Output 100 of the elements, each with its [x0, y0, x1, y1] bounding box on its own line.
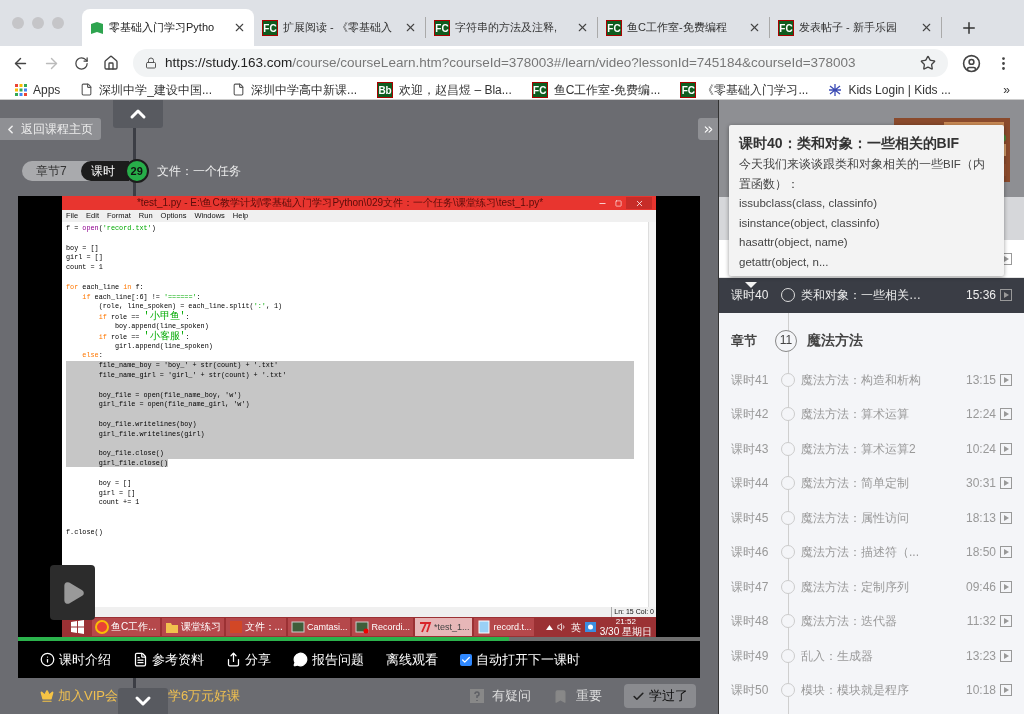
play-video-icon[interactable]	[1000, 511, 1012, 524]
taskbar-item[interactable]: 课堂练习	[161, 618, 224, 636]
screen-icon	[355, 620, 370, 634]
player-control[interactable]: 参考资料	[133, 649, 204, 670]
play-video-icon[interactable]	[1000, 615, 1012, 628]
close-icon[interactable]	[920, 21, 933, 34]
lock-icon	[145, 57, 157, 69]
play-button[interactable]	[50, 565, 95, 620]
tray-clock[interactable]: 21:52 3/30 星期日	[599, 617, 652, 637]
player-control[interactable]: 课时介绍	[40, 649, 111, 670]
bookmark-item[interactable]: Bb 欢迎，赵昌煜 – Bla...	[377, 80, 512, 99]
lesson-row[interactable]: 课时40 类和对象：一些相关… 15:36	[719, 278, 1024, 313]
chapter-label: 章节	[731, 331, 758, 350]
bookmark-item[interactable]: 深圳中学_建设中国...	[80, 80, 213, 99]
player-control[interactable]: 离线观看	[386, 649, 438, 670]
player-control[interactable]: 报告问题	[293, 649, 364, 670]
mark-learned-button[interactable]: 学过了	[624, 684, 696, 708]
favicon-icon: FC	[434, 19, 450, 36]
favicon-icon: FC	[262, 19, 278, 36]
browser-tab[interactable]: FC 鱼C工作室-免费编程	[598, 17, 770, 38]
lesson-action[interactable]: 有疑问	[470, 686, 531, 706]
scroll-up-button[interactable]	[113, 100, 163, 128]
browser-tab[interactable]: FC 扩展阅读 - 《零基础入	[254, 17, 426, 38]
tooltip-text: issubclass(class, classinfo)	[739, 196, 879, 211]
editor-scrollbar[interactable]	[648, 222, 656, 607]
chapter-title: 魔法方法	[807, 331, 863, 350]
document-icon	[133, 652, 148, 667]
scroll-down-button[interactable]	[117, 688, 168, 714]
play-video-icon[interactable]	[1000, 289, 1012, 302]
url-text: https://study.163.com/course/courseLearn.htm?courseId=378003#/learn/video?lessonId=745184&courseId=378003	[165, 53, 857, 72]
close-icon	[634, 198, 644, 208]
play-video-icon[interactable]	[1000, 684, 1012, 697]
page-icon	[232, 83, 246, 96]
collapse-sidebar-button[interactable]	[698, 118, 718, 140]
info-icon	[40, 652, 55, 667]
lesson-action[interactable]: 重要	[553, 686, 602, 706]
tab-title: 字符串的方法及注释,	[455, 20, 559, 36]
close-icon[interactable]	[748, 21, 761, 34]
close-icon[interactable]	[576, 21, 589, 34]
play-video-icon[interactable]	[1000, 442, 1012, 455]
lesson-title: 文件：一个任务	[156, 163, 241, 180]
input-language[interactable]: 英	[570, 619, 581, 635]
browser-tab[interactable]: FC 字符串的方法及注释,	[426, 17, 598, 38]
lesson-number-badge: 29	[124, 159, 149, 183]
play-video-icon[interactable]	[1000, 580, 1012, 593]
browser-tab[interactable]: FC 发表帖子 - 新手乐园	[770, 17, 942, 38]
video-player[interactable]	[18, 196, 700, 678]
taskbar-item[interactable]: Recordi...	[352, 618, 413, 636]
close-icon[interactable]	[404, 21, 417, 34]
home-icon[interactable]	[103, 55, 119, 71]
favicon-icon: FC	[778, 19, 794, 36]
favicon-icon: Bb	[377, 81, 394, 98]
chat-bubble-icon	[293, 652, 308, 667]
speaker-icon[interactable]	[556, 622, 567, 632]
taskbar-item[interactable]: Camtasi...	[287, 618, 351, 636]
play-video-icon[interactable]	[1000, 408, 1012, 421]
editor-window-title: *test_1.py - E:\鱼C教学计划\零基础入门学习Python\029文件：一个任务\课堂练习\test_1.py*	[135, 196, 545, 210]
tray-arrow-icon[interactable]	[545, 624, 553, 630]
address-bar[interactable]: https://study.163.com/course/courseLearn.htm?courseId=378003#/learn/video?lessonId=745184&courseId=378003	[133, 49, 948, 77]
checkbox[interactable]	[460, 653, 472, 666]
reload-icon[interactable]	[74, 55, 89, 71]
bookmark-star-icon[interactable]	[920, 55, 936, 71]
tooltip-text: hasattr(object, name)	[739, 235, 849, 250]
bookmark-icon	[553, 688, 568, 704]
play-video-icon[interactable]	[1000, 373, 1012, 386]
taskbar-item[interactable]: 文件：...	[225, 618, 286, 636]
python-icon	[417, 620, 432, 634]
chapter-label: 章节7	[35, 163, 68, 180]
tooltip-pointer	[745, 282, 757, 288]
more-bookmarks-button[interactable]: »	[1003, 80, 1010, 99]
bookmark-item[interactable]: Apps	[15, 80, 61, 99]
profile-icon[interactable]	[962, 53, 981, 73]
taskbar-item[interactable]: 鱼C工作...	[92, 618, 160, 636]
bookmark-item[interactable]: Kids Login | Kids ...	[828, 80, 951, 99]
player-control[interactable]: 分享	[226, 649, 271, 670]
taskbar-item[interactable]: record.t...	[474, 618, 535, 636]
favicon-icon: FC	[606, 19, 622, 36]
play-video-icon[interactable]	[1000, 649, 1012, 662]
lesson-label: 课时	[80, 161, 129, 181]
close-window-button[interactable]	[626, 197, 652, 209]
apps-grid-icon	[15, 83, 27, 96]
sparkle-icon	[828, 83, 843, 96]
play-video-icon[interactable]	[1000, 477, 1012, 490]
tooltip-title: 课时40：类和对象：一些相关的BIF	[739, 134, 961, 153]
auto-next-option[interactable]: 自动打开下一课时	[460, 649, 580, 670]
tab-title: 零基础入门学习Pytho	[109, 20, 216, 36]
progress-track[interactable]	[18, 637, 700, 641]
bookmark-item[interactable]: 深圳中学高中新课...	[232, 80, 358, 99]
restore-icon[interactable]	[615, 199, 622, 207]
close-icon[interactable]	[233, 21, 246, 34]
tray-app-icon[interactable]	[584, 622, 596, 632]
bookmark-item[interactable]: FC 鱼C工作室-免费编...	[531, 80, 661, 99]
taskbar-item[interactable]: *test_1...	[414, 618, 473, 636]
tooltip-text: isinstance(object, classinfo)	[739, 215, 881, 231]
tooltip-text: getattr(object, n...	[739, 254, 830, 270]
play-video-icon[interactable]	[1000, 546, 1012, 559]
bookmark-item[interactable]: FC 《零基础入门学习...	[680, 80, 809, 99]
browser-tab[interactable]: 零基础入门学习Pytho	[82, 9, 254, 46]
slides-icon	[228, 620, 243, 634]
question-icon	[470, 689, 484, 703]
